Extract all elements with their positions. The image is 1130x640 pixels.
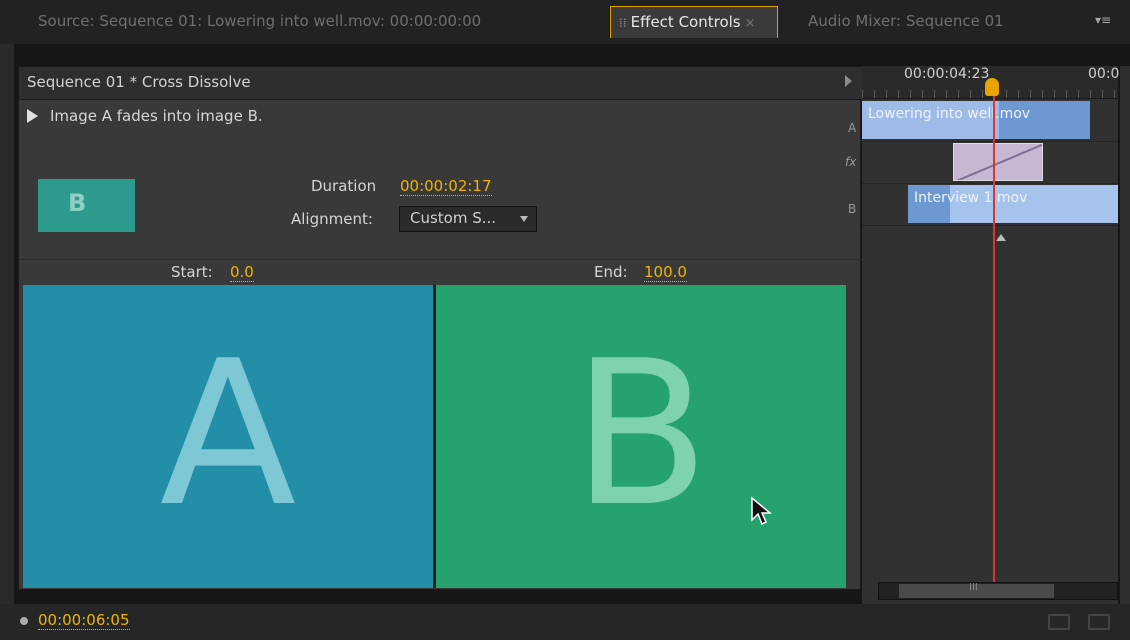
panel-menu-icon[interactable]: ▾≡ (1090, 10, 1116, 32)
clip-a-name: Lowering into well.mov (868, 106, 1031, 122)
chevron-down-icon (520, 216, 528, 222)
close-icon[interactable]: × (745, 16, 756, 31)
alignment-value: Custom S... (410, 209, 497, 227)
end-label: End: (594, 263, 628, 281)
play-audio-icon[interactable] (1048, 614, 1070, 630)
start-preview-a[interactable]: A (23, 285, 433, 588)
end-value[interactable]: 100.0 (644, 264, 687, 282)
start-label: Start: (171, 263, 213, 281)
edit-point-marker-icon[interactable] (996, 234, 1006, 241)
tab-effect-controls-label: Effect Controls (630, 13, 741, 31)
transition-thumbnail: B (38, 179, 135, 232)
track-b-label: B (848, 202, 857, 216)
thumbnail-letter: B (68, 189, 87, 217)
effect-title: Sequence 01 * Cross Dissolve (27, 73, 251, 91)
transition-clip[interactable] (953, 143, 1043, 181)
ruler-timecode: 00:00:04:23 (904, 66, 990, 82)
panel-edge (1120, 66, 1130, 604)
tab-audio-mixer[interactable]: Audio Mixer: Sequence 01 (778, 6, 1078, 38)
show-timeline-arrow-icon[interactable] (845, 75, 852, 87)
transition-diagonal-icon (956, 144, 1042, 180)
alignment-dropdown[interactable]: Custom S... (399, 206, 537, 232)
drag-grip-icon[interactable]: ⁞⁞ (619, 16, 627, 30)
tab-effect-controls[interactable]: ⁞⁞ Effect Controls × (610, 6, 778, 38)
effect-description: Image A fades into image B. (50, 107, 263, 125)
panel-tab-bar: Source: Sequence 01: Lowering into well.… (0, 0, 1130, 44)
clip-b-name: Interview 1.mov (914, 190, 1028, 206)
description-row: Image A fades into image B. (27, 107, 263, 125)
timeline-scrollbar[interactable]: III (878, 582, 1118, 600)
duration-label: Duration (311, 177, 377, 195)
track-a-label: A (848, 121, 857, 135)
clip-b[interactable]: Interview 1.mov (908, 185, 1118, 223)
track-separator (862, 183, 1118, 184)
time-ruler[interactable]: 00:00:04:23 00:00 (862, 66, 1128, 99)
footer-bar: 00:00:06:05 (0, 604, 1130, 640)
footer-timecode[interactable]: 00:00:06:05 (38, 612, 130, 630)
scrollbar-thumb[interactable]: III (899, 582, 1054, 598)
effect-header: Sequence 01 * Cross Dissolve (19, 67, 862, 100)
preview-b-letter: B (572, 318, 710, 551)
grip-icon: III (969, 582, 978, 593)
divider (19, 259, 862, 260)
alignment-label: Alignment: (291, 210, 373, 228)
tab-source[interactable]: Source: Sequence 01: Lowering into well.… (14, 6, 610, 38)
playhead-line[interactable] (993, 96, 995, 600)
duration-value[interactable]: 00:00:02:17 (400, 178, 492, 196)
end-preview-b[interactable]: B (436, 285, 846, 588)
loop-icon[interactable] (1088, 614, 1110, 630)
play-transition-icon[interactable] (27, 109, 38, 123)
track-separator (862, 225, 1118, 226)
effect-controls-panel: Sequence 01 * Cross Dissolve Image A fad… (18, 66, 862, 590)
clip-a[interactable]: Lowering into well.mov (862, 101, 1090, 139)
playhead-handle-icon[interactable] (985, 78, 999, 96)
timecode-indicator-icon (20, 617, 28, 625)
preview-a-letter: A (159, 318, 297, 551)
mouse-cursor-icon (751, 496, 772, 526)
track-fx-label: fx (845, 155, 857, 169)
start-value[interactable]: 0.0 (230, 264, 254, 282)
track-separator (862, 141, 1118, 142)
